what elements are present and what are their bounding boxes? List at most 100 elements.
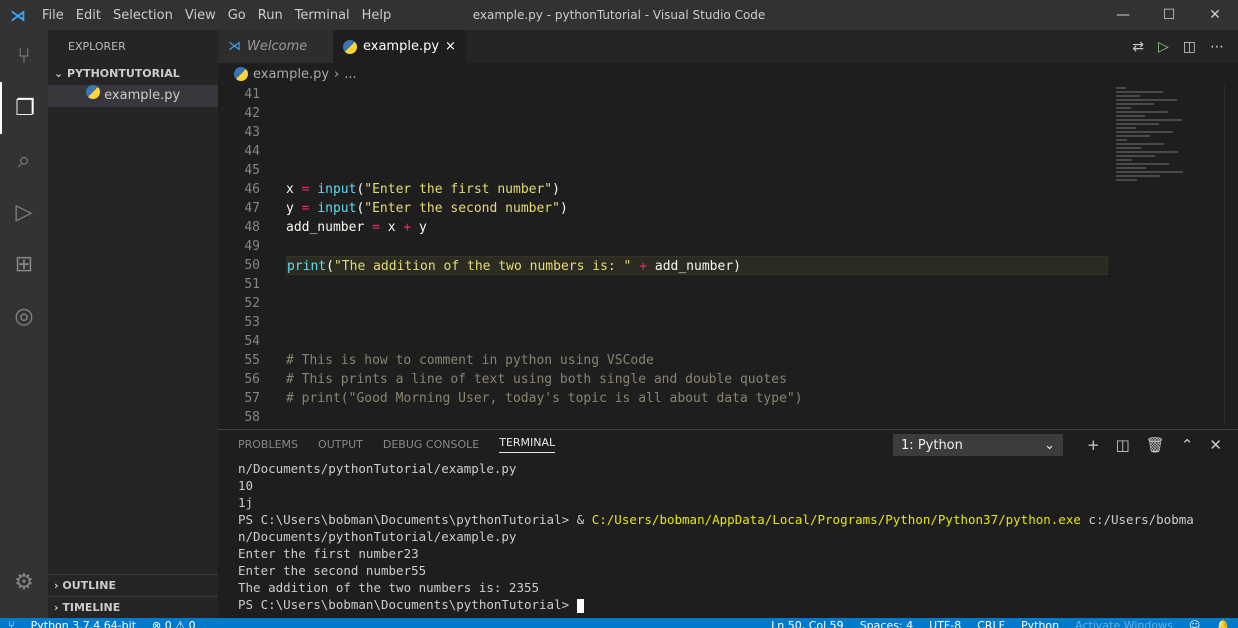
terminal-line: Enter the first number23 (238, 545, 1218, 562)
minimap-line (1116, 143, 1164, 145)
search-icon[interactable]: ⌕ (0, 134, 48, 186)
code-token: # This prints a line of text using both … (286, 372, 787, 387)
tab-terminal[interactable]: TERMINAL (499, 436, 556, 453)
split-editor-icon[interactable]: ◫ (1183, 39, 1196, 55)
open-changes-icon[interactable]: ⇄ (1132, 39, 1144, 55)
terminal-text: Enter the first number23 (238, 546, 419, 561)
indentation[interactable]: Spaces: 4 (860, 618, 913, 628)
close-panel-icon[interactable]: ✕ (1209, 436, 1222, 454)
feedback-icon[interactable]: ☺ (1189, 618, 1200, 628)
breadcrumb-file[interactable]: example.py (253, 67, 329, 82)
menu-item-help[interactable]: Help (362, 8, 392, 23)
terminal-text: PS C:\Users\bobman\Documents\pythonTutor… (238, 597, 577, 612)
explorer-files-icon[interactable]: ❐ (0, 82, 48, 134)
line-number: 54 (244, 334, 260, 349)
run-file-icon[interactable]: ▷ (1158, 39, 1169, 55)
timeline-section[interactable]: › TIMELINE (48, 596, 218, 618)
menu-item-go[interactable]: Go (228, 8, 246, 23)
code-line: 58 (218, 408, 1238, 427)
run-debug-icon[interactable]: ▷ (0, 186, 48, 238)
code-token: ) (552, 182, 560, 197)
problems-count[interactable]: ⊗ 0 ⚠ 0 (152, 618, 196, 628)
minimap-line (1116, 151, 1178, 153)
file-item-example-py[interactable]: example.py (48, 85, 218, 107)
code-line: 48 add_number = x + y (218, 218, 1238, 237)
minimize-icon[interactable]: — (1100, 0, 1146, 30)
chevron-down-icon: ⌄ (1044, 437, 1056, 453)
code-line: 44 (218, 142, 1238, 161)
minimap-line (1116, 159, 1132, 161)
folder-header[interactable]: ⌄ PYTHONTUTORIAL (48, 63, 218, 85)
explorer-sidebar: EXPLORER ⌄ PYTHONTUTORIAL example.py › O… (48, 30, 218, 618)
menu-item-file[interactable]: File (42, 8, 64, 23)
editor-scrollbar[interactable] (1224, 85, 1238, 425)
new-terminal-icon[interactable]: + (1087, 436, 1100, 454)
maximize-icon[interactable]: ☐ (1146, 0, 1192, 30)
close-window-icon[interactable]: ✕ (1192, 0, 1238, 30)
code-editor[interactable]: 41 42 43 44 45 46 x = input("Enter the first n… (218, 85, 1238, 425)
line-code: # This prints a line of text using both … (286, 370, 1108, 389)
minimap-line (1116, 87, 1126, 89)
line-ending[interactable]: CRLF (977, 618, 1005, 628)
cursor-position[interactable]: Ln 50, Col 59 (771, 618, 844, 628)
remote-icon[interactable]: ⑂ (8, 618, 15, 628)
tab-problems[interactable]: PROBLEMS (238, 438, 298, 451)
tab-welcome[interactable]: ⋊ Welcome (218, 30, 333, 63)
breadcrumb-symbols[interactable]: ... (344, 67, 356, 82)
title-bar: ⋊ File Edit Selection View Go Run Terminal Help… (0, 0, 1238, 30)
terminal-text: n/Documents/pythonTutorial/example.py (238, 461, 517, 476)
line-number: 49 (244, 239, 260, 254)
tab-debug-console[interactable]: DEBUG CONSOLE (383, 438, 479, 451)
line-number: 45 (244, 163, 260, 178)
line-number: 53 (244, 315, 260, 330)
more-actions-icon[interactable]: ⋯ (1210, 39, 1224, 55)
minimap-line (1116, 119, 1182, 121)
tab-example-py[interactable]: example.py × (333, 30, 466, 63)
breadcrumb-separator: › (334, 66, 340, 82)
line-number: 48 (244, 220, 260, 235)
split-terminal-icon[interactable]: ◫ (1116, 436, 1130, 454)
menu-item-edit[interactable]: Edit (76, 8, 101, 23)
gear-icon[interactable]: ⚙ (0, 556, 48, 608)
menu-item-terminal[interactable]: Terminal (295, 8, 350, 23)
line-code: print("The addition of the two numbers i… (286, 256, 1108, 275)
menu-item-view[interactable]: View (185, 8, 216, 23)
encoding[interactable]: UTF-8 (929, 618, 961, 628)
bottom-panel: PROBLEMS OUTPUT DEBUG CONSOLE TERMINAL 1: P… (218, 429, 1238, 618)
line-number: 57 (244, 391, 260, 406)
minimap-line (1116, 163, 1169, 165)
terminal-select[interactable]: 1: Python ⌄ (893, 434, 1064, 456)
outline-section[interactable]: › OUTLINE (48, 574, 218, 596)
tab-output[interactable]: OUTPUT (318, 438, 363, 451)
line-code: # This is how to comment in python using… (286, 351, 1108, 370)
terminal-line: n/Documents/pythonTutorial/example.py (238, 460, 1218, 477)
terminal-line: PS C:\Users\bobman\Documents\pythonTutor… (238, 596, 1218, 613)
minimap-line (1116, 127, 1136, 129)
minimap-line (1116, 175, 1160, 177)
close-tab-icon[interactable]: × (445, 39, 456, 54)
remote-explorer-icon[interactable]: ◎ (0, 290, 48, 342)
code-line: 53 (218, 313, 1238, 332)
menu-item-run[interactable]: Run (258, 8, 283, 23)
source-control-icon[interactable]: ⑂ (0, 30, 48, 82)
menu-item-selection[interactable]: Selection (113, 8, 173, 23)
minimap-line (1116, 131, 1173, 133)
python-interpreter[interactable]: Python 3.7.4 64-bit (31, 618, 136, 628)
trash-icon[interactable]: 🗑 (1146, 436, 1165, 454)
minimap-line (1116, 179, 1137, 181)
code-line: 43 (218, 123, 1238, 142)
line-code: y = input("Enter the second number") (286, 199, 1108, 218)
terminal[interactable]: n/Documents/pythonTutorial/example.py 10 1… (218, 458, 1238, 615)
code-token: "The addition of the two numbers is: " (333, 259, 632, 274)
folder-name: PYTHONTUTORIAL (67, 67, 180, 80)
bell-icon[interactable]: 🔔 (1216, 618, 1230, 628)
minimap-line (1116, 95, 1140, 97)
extensions-icon[interactable]: ⊞ (0, 238, 48, 290)
line-number: 50 (244, 258, 260, 273)
maximize-panel-icon[interactable]: ⌃ (1181, 436, 1194, 454)
minimap[interactable] (1108, 85, 1224, 185)
language-mode[interactable]: Python (1021, 618, 1059, 628)
